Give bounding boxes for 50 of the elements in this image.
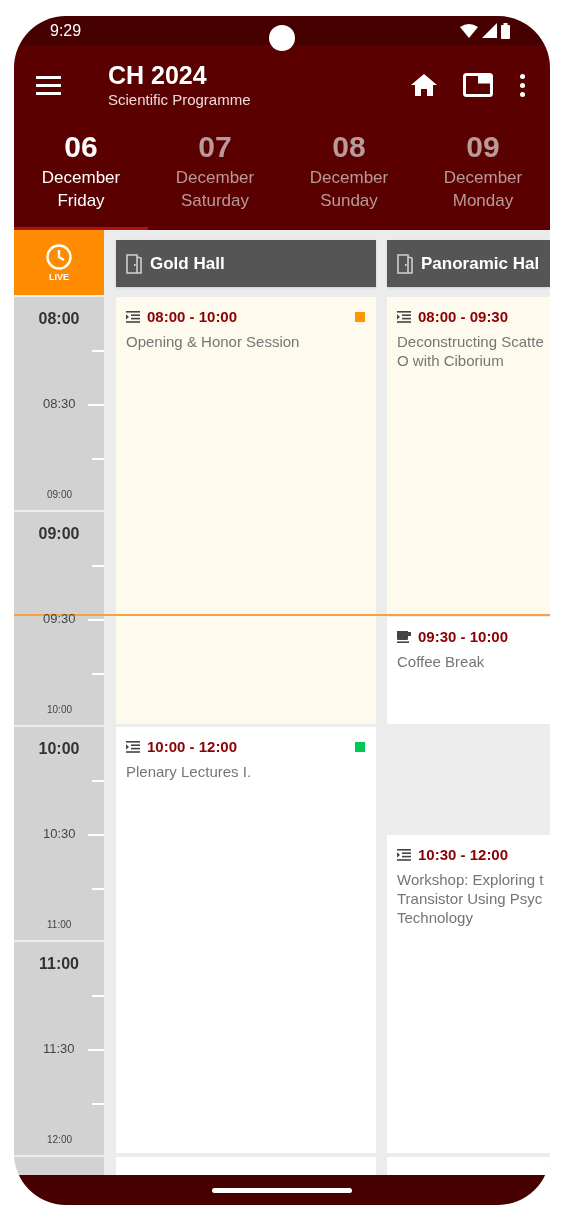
home-indicator[interactable] (212, 1187, 352, 1193)
event-title: Coffee Break (397, 652, 485, 671)
list-indent-icon (397, 849, 411, 861)
event-title: O with Ciborium (397, 351, 504, 370)
event-card[interactable]: 10:30 - 12:00 Workshop: Exploring t Transistor Using Psyc Technology (387, 835, 550, 1153)
day-tab[interactable]: 09 December Monday (416, 125, 550, 230)
event-title: Workshop: Exploring t (397, 870, 544, 889)
hall-name: Panoramic Hal (421, 252, 540, 275)
half-hour-label: 11:30 (43, 1041, 75, 1057)
event-time: 09:30 - 10:00 (418, 628, 509, 646)
event-title: Transistor Using Psyc (397, 889, 543, 908)
event-title: Plenary Lectures I. (126, 762, 252, 781)
hour-label: 09:00 (38, 524, 80, 544)
hour-end-label: 10:00 (47, 704, 73, 716)
hour-end-label: 12:00 (47, 1134, 73, 1146)
half-hour-label: 10:30 (43, 826, 76, 842)
wifi-icon (460, 23, 478, 38)
event-title: Deconstructing Scatte (397, 332, 544, 351)
event-time: 10:00 - 12:00 (147, 738, 238, 756)
event-time: 08:00 - 10:00 (147, 308, 238, 326)
list-indent-icon (126, 311, 140, 323)
event-title: Technology (397, 908, 473, 927)
day-tab[interactable]: 08 December Sunday (282, 125, 416, 230)
battery-icon (501, 22, 510, 39)
hall-name: Gold Hall (150, 252, 225, 275)
event-card[interactable]: 08:00 - 09:30 Deconstructing Scatte O with Ciborium (387, 297, 550, 614)
hour-end-label: 09:00 (47, 489, 73, 501)
hour-end-label: 11:00 (47, 919, 72, 931)
event-card[interactable]: 09:30 - 10:00 Coffee Break (387, 617, 550, 724)
coffee-cup-icon (397, 631, 411, 643)
event-title: Opening & Honor Session (126, 332, 300, 351)
half-hour-label: 08:30 (43, 396, 76, 412)
hour-label: 08:00 (38, 309, 80, 329)
app-subtitle: Scientific Programme (108, 90, 251, 110)
door-icon (126, 253, 142, 274)
event-time: 10:30 - 12:00 (418, 846, 509, 864)
list-indent-icon (126, 741, 140, 753)
status-time: 9:29 (50, 20, 82, 41)
event-time: 08:00 - 09:30 (418, 308, 509, 326)
day-tab[interactable]: 07 December Saturday (148, 125, 282, 230)
event-card[interactable]: 10:00 - 12:00 Plenary Lectures I. (116, 727, 376, 1153)
clock-icon (46, 243, 72, 270)
camera-hole (269, 25, 295, 51)
list-indent-icon (397, 311, 411, 323)
app-title: CH 2024 (108, 60, 208, 90)
signal-icon (482, 23, 497, 38)
hour-label: 11:00 (38, 954, 79, 974)
event-card[interactable]: 08:00 - 10:00 Opening & Honor Session (116, 297, 376, 724)
hour-label: 10:00 (38, 739, 80, 759)
door-icon (397, 253, 413, 274)
